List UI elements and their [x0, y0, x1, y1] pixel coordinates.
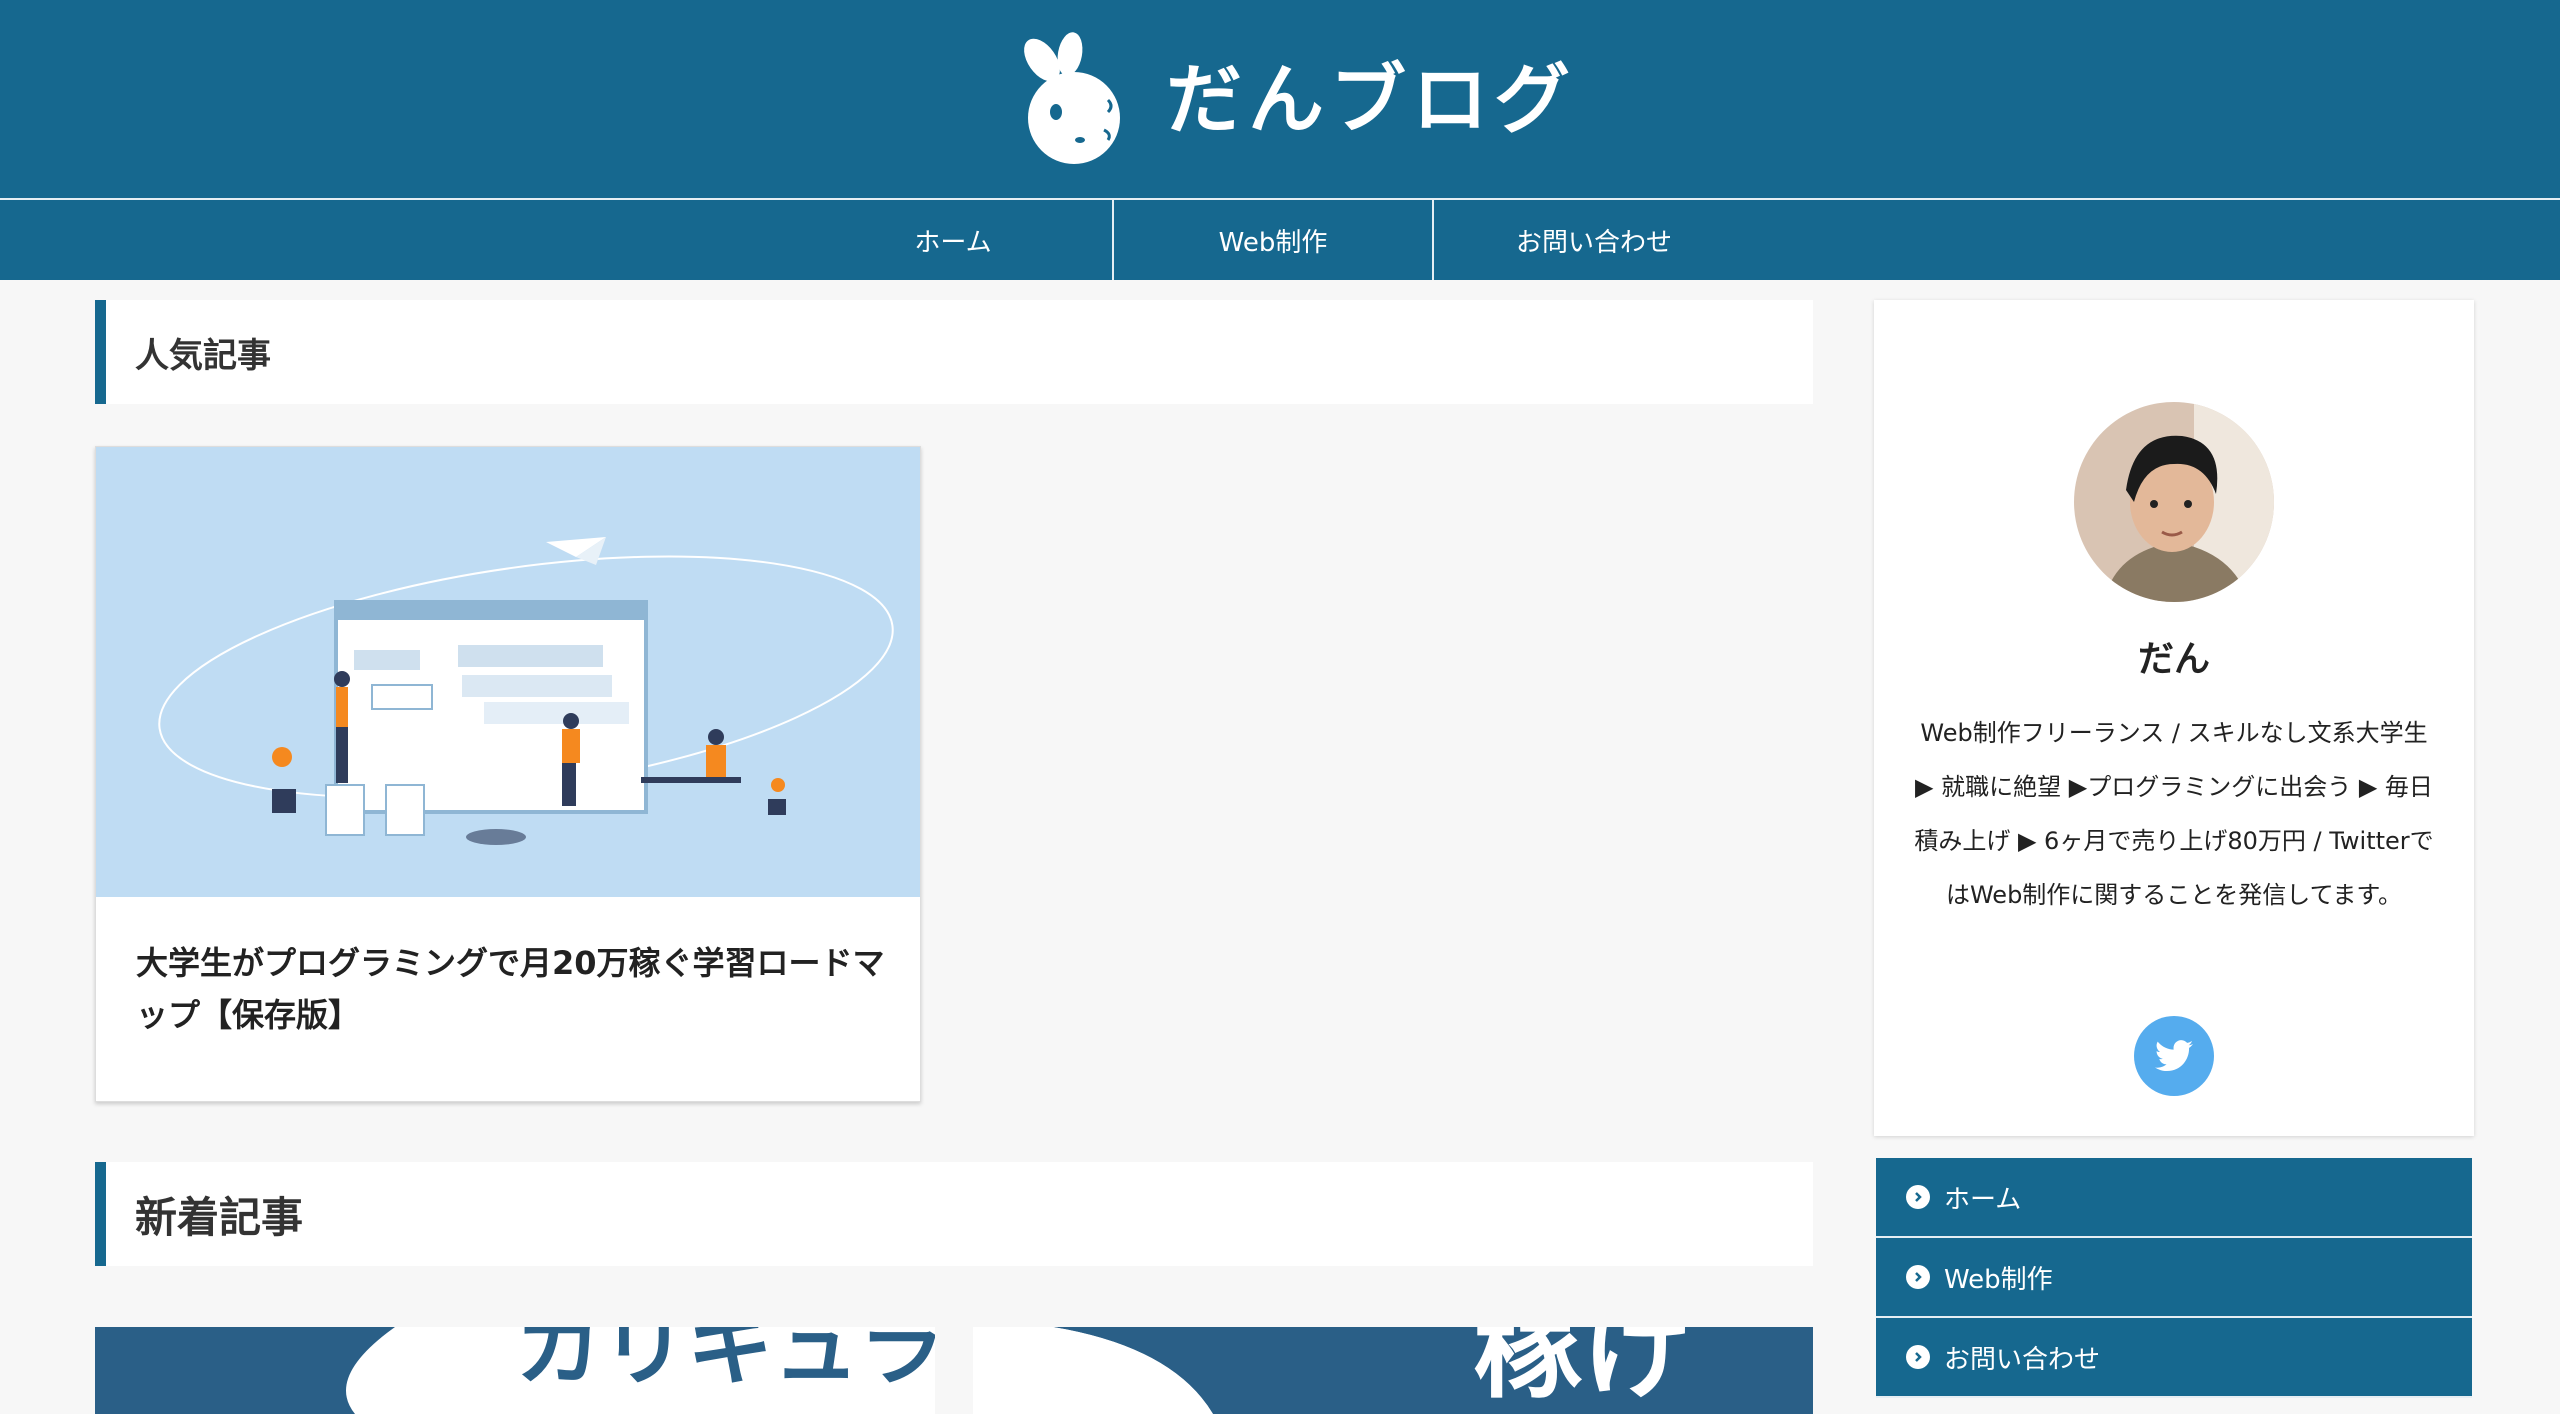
nav-item-home[interactable]: ホーム	[794, 200, 1114, 280]
profile-name: だん	[2137, 639, 2210, 680]
rabbit-logo-icon	[1024, 32, 1120, 164]
svg-text:稼げ: 稼げ	[1473, 1327, 1693, 1413]
site-header: だんブログ	[0, 0, 2560, 198]
site-title: だんブログ	[1166, 55, 1576, 144]
chevron-right-icon	[1906, 1265, 1930, 1289]
twitter-button[interactable]	[2134, 1016, 2214, 1096]
svg-text:カリキュラ: カリキュラ	[515, 1327, 935, 1398]
global-nav: ホーム Web制作 お問い合わせ	[0, 198, 2560, 280]
profile-bio: Web制作フリーランス / スキルなし文系大学生 ▶ 就職に絶望 ▶プログラミン…	[1914, 719, 2434, 909]
nav-item-contact[interactable]: お問い合わせ	[1434, 200, 1754, 280]
new-articles-heading: 新着記事	[95, 1162, 1813, 1266]
sidebar-item-label: お問い合わせ	[1944, 1344, 2101, 1375]
twitter-icon	[2155, 1040, 2193, 1072]
sidebar-item-label: Web制作	[1944, 1264, 2053, 1295]
article-thumbnail	[96, 447, 920, 897]
sidebar-menu: ホーム Web制作 お問い合わせ	[1876, 1158, 2472, 1398]
chevron-right-icon	[1906, 1345, 1930, 1369]
sidebar-item-web[interactable]: Web制作	[1876, 1238, 2472, 1318]
new-article-thumbnail[interactable]: 稼げ	[973, 1327, 1813, 1414]
avatar	[2074, 402, 2274, 602]
sidebar-item-contact[interactable]: お問い合わせ	[1876, 1318, 2472, 1398]
popular-heading: 人気記事	[95, 300, 1813, 404]
new-article-thumbnail[interactable]: カリキュラ	[95, 1327, 935, 1414]
site-logo[interactable]: だんブログ	[1008, 30, 1576, 170]
sidebar-item-home[interactable]: ホーム	[1876, 1158, 2472, 1238]
popular-article-card[interactable]: 大学生がプログラミングで月20万稼ぐ学習ロードマップ【保存版】	[95, 446, 921, 1102]
article-title[interactable]: 大学生がプログラミングで月20万稼ぐ学習ロードマップ【保存版】	[136, 937, 896, 1041]
sidebar-item-label: ホーム	[1944, 1184, 2022, 1215]
profile-card: だん Web制作フリーランス / スキルなし文系大学生 ▶ 就職に絶望 ▶プログ…	[1874, 300, 2474, 1136]
illustration-image	[158, 537, 894, 845]
chevron-right-icon	[1906, 1185, 1930, 1209]
nav-item-web[interactable]: Web制作	[1114, 200, 1434, 280]
